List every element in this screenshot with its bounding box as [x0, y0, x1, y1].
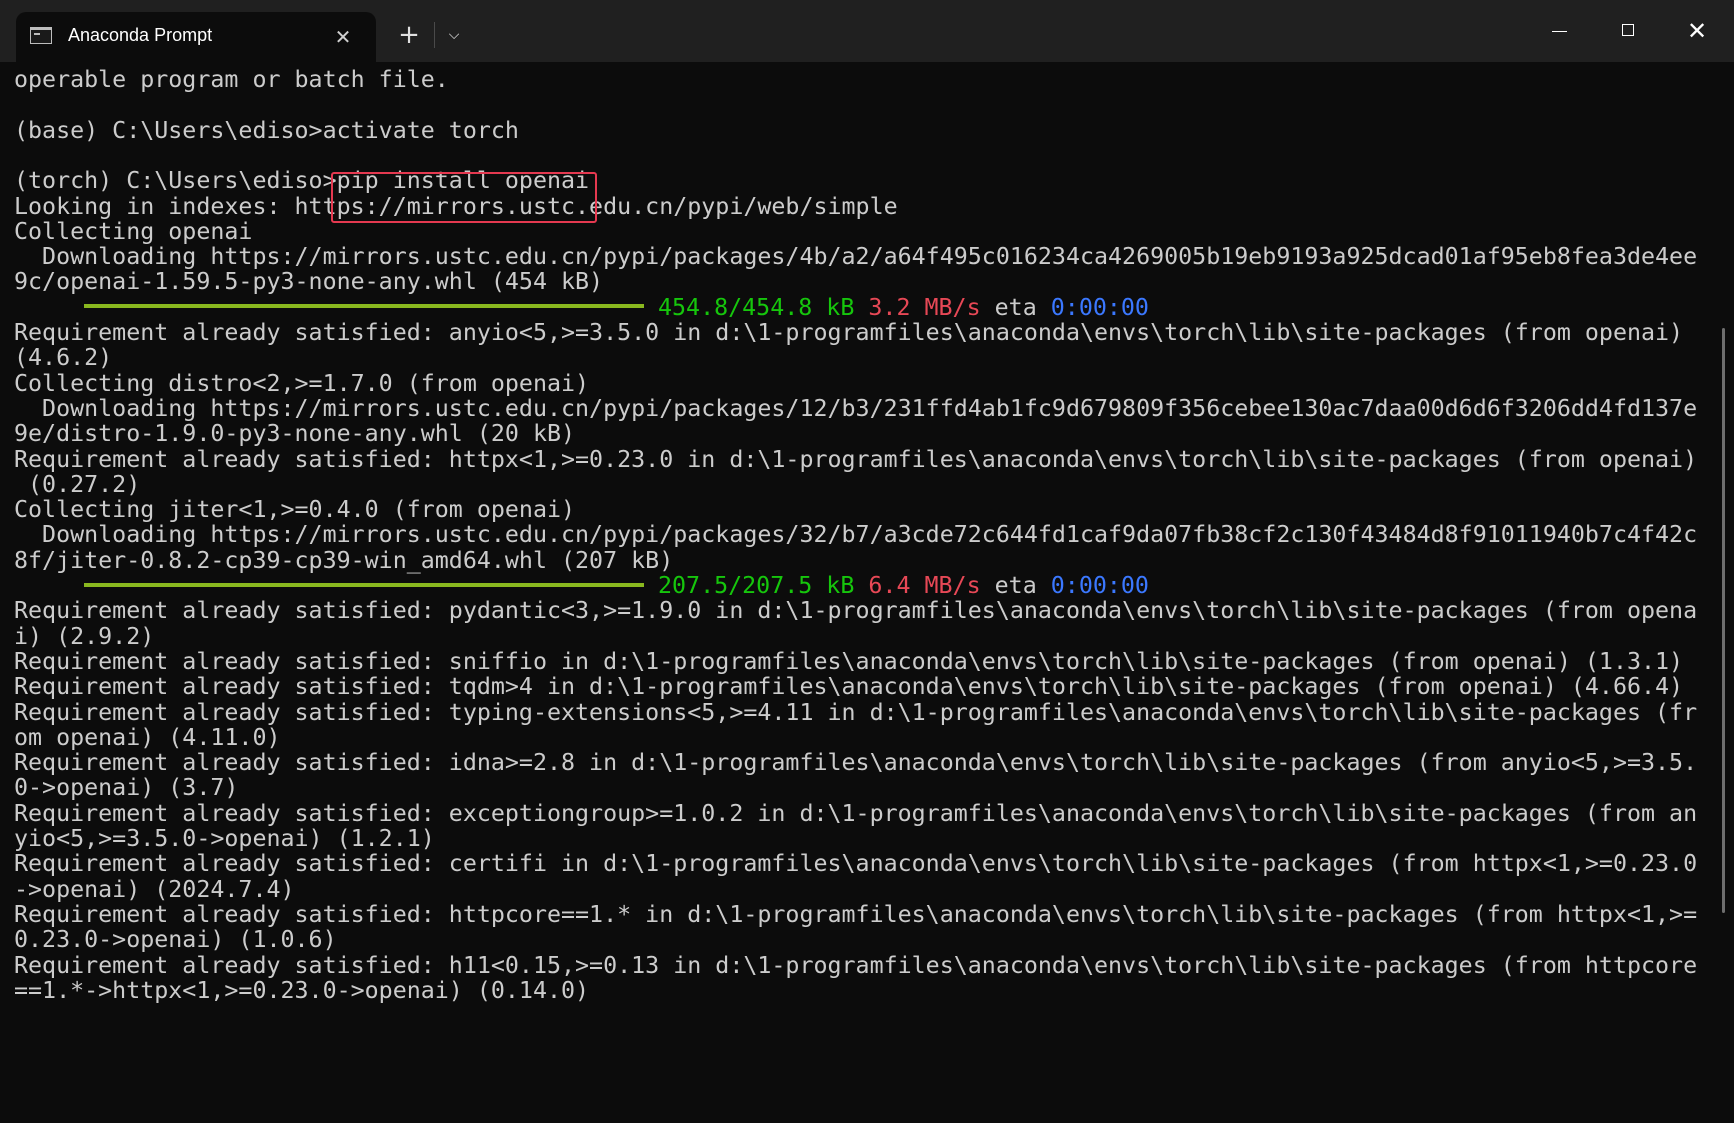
command-highlight-box: [331, 172, 597, 223]
console-line: (4.6.2): [14, 344, 113, 372]
console-line: Downloading https://mirrors.ustc.edu.cn/…: [14, 394, 1698, 422]
tab-title: Anaconda Prompt: [68, 25, 213, 45]
maximize-icon[interactable]: [1595, 8, 1661, 54]
progress-speed: 6.4 MB/s: [868, 572, 981, 599]
console-line: Downloading https://mirrors.ustc.edu.cn/…: [14, 521, 1698, 549]
close-icon[interactable]: ✕: [1664, 8, 1730, 54]
console-line: ->openai) (2024.7.4): [14, 875, 295, 903]
progress-size: 207.5/207.5 kB: [658, 572, 855, 599]
console-line: Requirement already satisfied: anyio<5,>…: [14, 319, 1684, 346]
console-line: Requirement already satisfied: sniffio i…: [14, 647, 1684, 675]
console-line: Requirement already satisfied: httpx<1,>…: [14, 445, 1698, 473]
console-line: om openai) (4.11.0): [14, 723, 281, 751]
chevron-down-icon[interactable]: ⌵: [436, 18, 472, 52]
progress-speed: 3.2 MB/s: [868, 293, 981, 321]
scrollbar[interactable]: [1722, 328, 1725, 913]
download-progress-line: 454.8/454.8 kB 3.2 MB/s eta 0:00:00: [14, 294, 1149, 322]
minimize-icon[interactable]: [1526, 8, 1592, 54]
new-tab-button[interactable]: +: [391, 18, 427, 52]
console-line: ==1.*->httpx<1,>=0.23.0->openai) (0.14.0…: [14, 976, 590, 1004]
console-line: Requirement already satisfied: h11<0.15,…: [14, 951, 1698, 979]
console-line: Collecting jiter<1,>=0.4.0 (from openai): [14, 496, 576, 524]
progress-bar: [84, 582, 644, 587]
console-line: Collecting openai: [14, 217, 253, 245]
progress-eta: 0:00:00: [1050, 293, 1149, 321]
progress-eta: 0:00:00: [1050, 572, 1149, 599]
progress-eta-label: eta: [994, 293, 1037, 321]
terminal-window: Anaconda Prompt ✕ + ⌵ ✕ operable program…: [0, 0, 1734, 1123]
console-line: Requirement already satisfied: typing-ex…: [14, 698, 1698, 726]
console-output[interactable]: operable program or batch file. (base) C:…: [0, 62, 1734, 1123]
console-line: (base) C:\Users\ediso>activate torch: [14, 116, 519, 144]
console-line: Requirement already satisfied: tqdm>4 in…: [14, 673, 1684, 701]
console-line: 0->openai) (3.7): [14, 774, 239, 802]
console-line: Downloading https://mirrors.ustc.edu.cn/…: [14, 243, 1698, 271]
progress-bar: [84, 304, 644, 309]
console-line: operable program or batch file.: [14, 66, 449, 93]
download-progress-line: 207.5/207.5 kB 6.4 MB/s eta 0:00:00: [14, 572, 1149, 600]
console-line: Requirement already satisfied: httpcore=…: [14, 900, 1698, 928]
tab-close-icon[interactable]: ✕: [332, 26, 354, 48]
progress-eta-label: eta: [994, 572, 1037, 599]
console-line: 0.23.0->openai) (1.0.6): [14, 926, 337, 954]
console-line: yio<5,>=3.5.0->openai) (1.2.1): [14, 825, 435, 852]
console-line: Requirement already satisfied: pydantic<…: [14, 597, 1698, 625]
console-line: Requirement already satisfied: certifi i…: [14, 850, 1698, 878]
terminal-icon: [30, 27, 52, 44]
console-line: Requirement already satisfied: idna>=2.8…: [14, 749, 1698, 777]
console-line: Collecting distro<2,>=1.7.0 (from openai…: [14, 369, 590, 397]
progress-size: 454.8/454.8 kB: [658, 293, 855, 321]
console-line: (0.27.2): [14, 470, 141, 498]
console-line: 9e/distro-1.9.0-py3-none-any.whl (20 kB): [14, 420, 576, 448]
title-bar: Anaconda Prompt ✕ + ⌵ ✕: [0, 0, 1734, 62]
tab-divider: [434, 22, 435, 48]
tab-anaconda-prompt[interactable]: Anaconda Prompt ✕: [16, 12, 376, 62]
console-line: Requirement already satisfied: exception…: [14, 799, 1698, 827]
console-line: i) (2.9.2): [14, 622, 155, 650]
console-line: 8f/jiter-0.8.2-cp39-cp39-win_amd64.whl (…: [14, 546, 674, 574]
console-line: 9c/openai-1.59.5-py3-none-any.whl (454 k…: [14, 268, 604, 296]
